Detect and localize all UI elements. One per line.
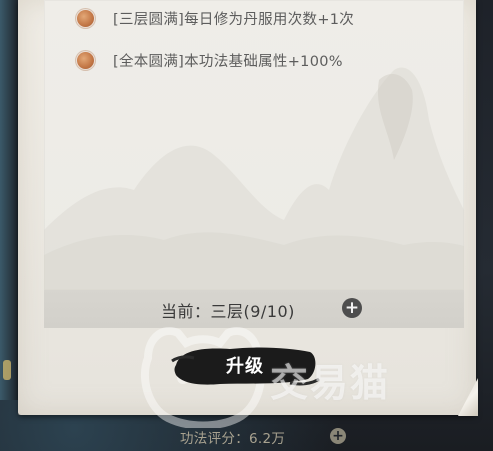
- level-add-button[interactable]: +: [342, 298, 362, 318]
- effect-bullet-icon: [77, 9, 94, 27]
- score-add-button[interactable]: +: [330, 428, 346, 444]
- left-panel-edge: [0, 0, 18, 400]
- watermark-text: 交易猫: [270, 361, 391, 405]
- mountain-painting: [44, 67, 464, 290]
- technique-score: 功法评分：6.2万: [180, 431, 286, 447]
- effect-row-1: [三层圆满]每日修为丹服用次数+1次: [77, 6, 354, 30]
- effect-bullet-icon: [77, 51, 94, 69]
- effect-row-2: [全本圆满]本功法基础属性+100%: [77, 48, 343, 72]
- upgrade-label: 升级: [226, 356, 264, 377]
- effect-text: [三层圆满]每日修为丹服用次数+1次: [113, 11, 355, 28]
- effect-text: [全本圆满]本功法基础属性+100%: [113, 53, 343, 70]
- plus-icon: +: [332, 428, 344, 444]
- current-level-text: 当前：三层(9/10): [161, 302, 295, 321]
- plus-icon: +: [344, 297, 360, 318]
